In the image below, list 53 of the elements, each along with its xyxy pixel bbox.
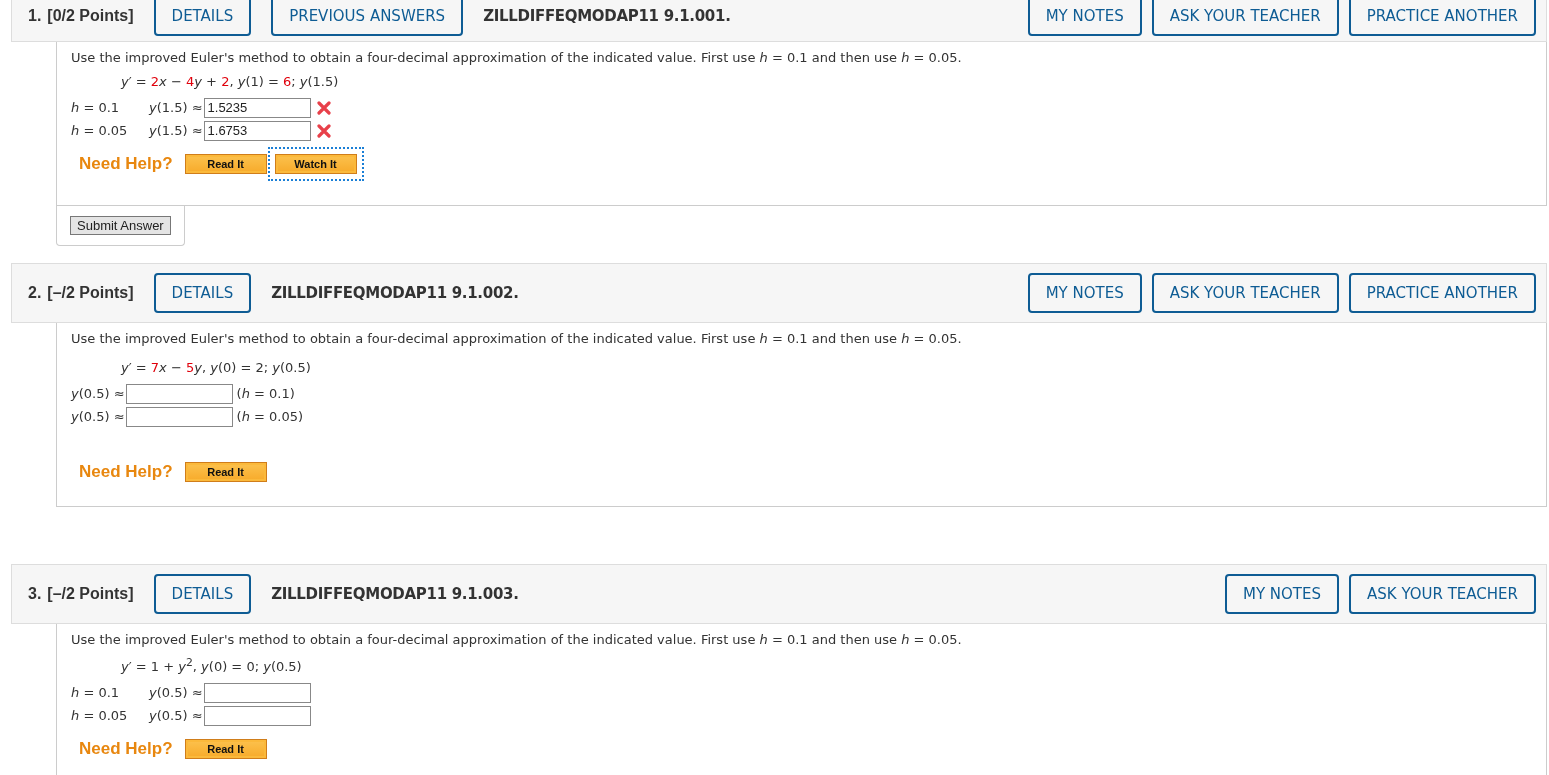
help-button[interactable]: Read It: [184, 462, 267, 482]
header-button[interactable]: MY NOTES: [1027, 273, 1142, 313]
question-points: [–/2 Points]: [47, 585, 134, 603]
header-button[interactable]: PREVIOUS ANSWERS: [271, 0, 464, 36]
header-button[interactable]: ASK YOUR TEACHER: [1151, 0, 1339, 36]
equation: y′ = 1 + y$^{2}$, y(0) = 0; y(0.5): [121, 656, 303, 675]
header-button[interactable]: MY NOTES: [1027, 0, 1142, 36]
answer-field[interactable]: [203, 682, 311, 703]
question-number: 3.: [28, 585, 42, 603]
need-help-label: Need Help?: [79, 154, 173, 174]
question-code: ZILLDIFFEQMODAP11 9.1.003.: [271, 585, 519, 603]
instruction-text: Use the improved Euler's method to obtain a four-decimal approximation of the indicated value. First use h = 0.1 and then use h = 0.05.: [71, 50, 963, 65]
instruction-text: Use the improved Euler's method to obtain a four-decimal approximation of the indicated value. First use h = 0.1 and then use h = 0.05.: [71, 632, 963, 647]
header-button[interactable]: PRACTICE ANOTHER: [1348, 0, 1536, 36]
step-label: h = 0.05: [71, 708, 129, 724]
help-button[interactable]: Read It: [184, 154, 267, 174]
help-button[interactable]: Watch It: [274, 154, 357, 174]
question-code: ZILLDIFFEQMODAP11 9.1.001.: [483, 7, 731, 25]
answer-field[interactable]: 1.6753: [203, 120, 311, 141]
header-button[interactable]: MY NOTES: [1224, 574, 1339, 614]
answer-suffix: (h = 0.1): [236, 386, 295, 401]
answer-suffix: (h = 0.05): [236, 409, 304, 424]
header-button[interactable]: ASK YOUR TEACHER: [1349, 574, 1536, 614]
answer-prefix: y(0.5) ≈: [149, 685, 203, 701]
answer-prefix: y(1.5) ≈: [149, 123, 203, 138]
step-label: h = 0.05: [71, 123, 129, 138]
need-help-label: Need Help?: [79, 462, 173, 482]
answer-field[interactable]: [125, 406, 233, 427]
answer-field[interactable]: 1.5235: [203, 97, 311, 118]
answer-prefix: y(0.5) ≈: [71, 409, 125, 424]
header-button[interactable]: DETAILS: [153, 574, 252, 614]
answer-field[interactable]: [125, 383, 233, 404]
instruction-text: Use the improved Euler's method to obtain a four-decimal approximation of the indicated value. First use h = 0.1 and then use h = 0.05.: [71, 331, 963, 346]
submit-button[interactable]: Submit Answer: [70, 216, 171, 235]
answer-prefix: y(1.5) ≈: [149, 100, 203, 115]
question-points: [0/2 Points]: [47, 7, 134, 25]
answer-prefix: y(0.5) ≈: [71, 386, 125, 401]
step-label: h = 0.1: [71, 685, 121, 701]
need-help-label: Need Help?: [79, 739, 173, 760]
question-points: [–/2 Points]: [47, 284, 134, 302]
header-button[interactable]: PRACTICE ANOTHER: [1348, 273, 1536, 313]
header-button[interactable]: DETAILS: [153, 273, 252, 313]
equation: y′ = 2x − 4y + 2, y(1) = 6; y(1.5): [121, 74, 340, 89]
question-code: ZILLDIFFEQMODAP11 9.1.002.: [271, 284, 519, 302]
step-label: h = 0.1: [71, 100, 121, 115]
answer-field[interactable]: [203, 705, 311, 726]
answer-prefix: y(0.5) ≈: [149, 708, 203, 724]
header-button[interactable]: ASK YOUR TEACHER: [1151, 273, 1339, 313]
equation: y′ = 7x − 5y, y(0) = 2; y(0.5): [121, 360, 312, 375]
help-button[interactable]: Read It: [184, 739, 267, 760]
question-number: 2.: [28, 284, 42, 302]
header-button[interactable]: DETAILS: [153, 0, 252, 36]
question-number: 1.: [28, 7, 42, 25]
